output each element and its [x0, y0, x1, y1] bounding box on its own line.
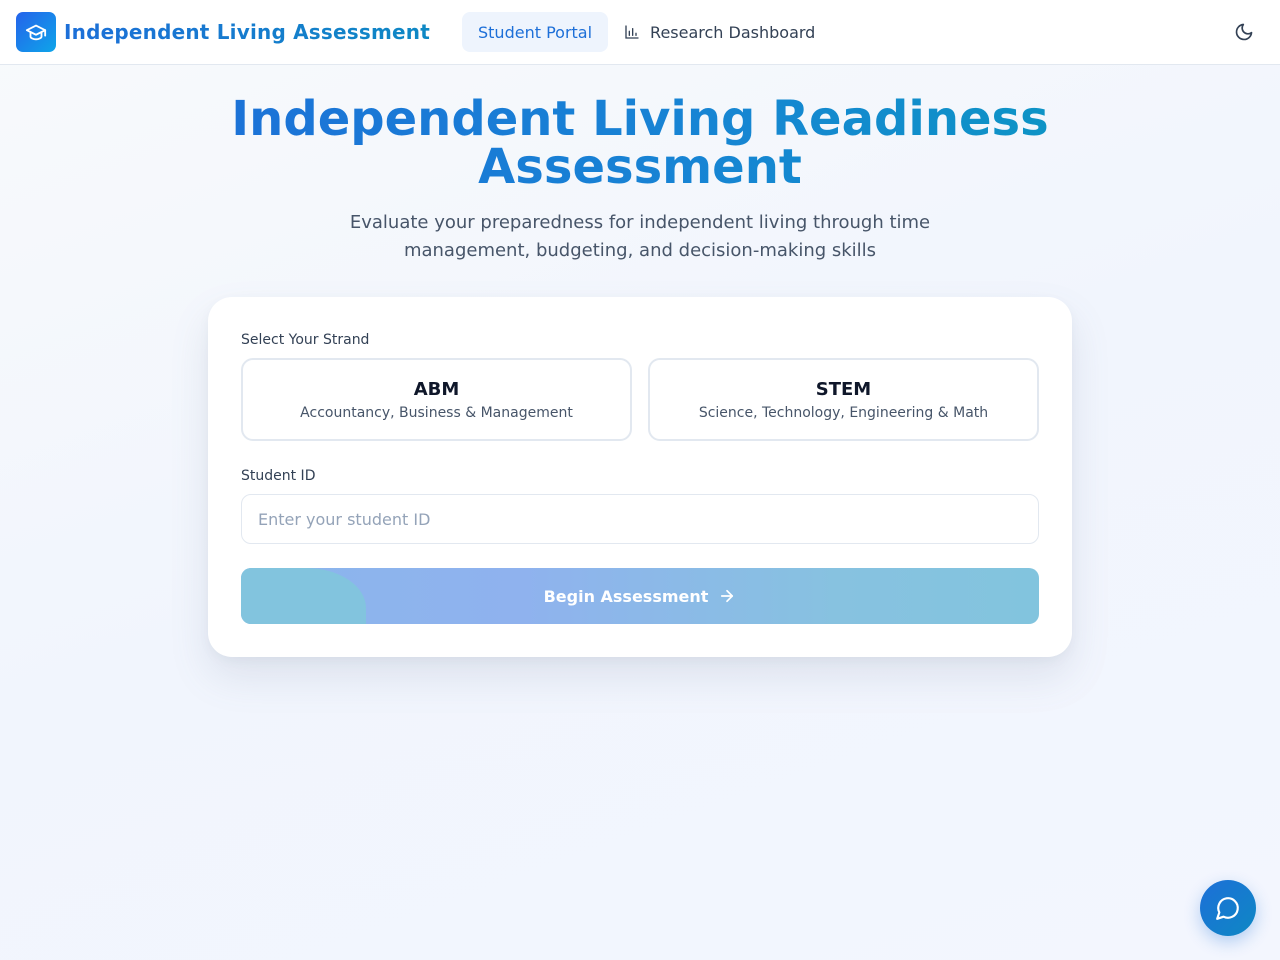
bar-chart-icon [624, 24, 640, 40]
moon-icon [1234, 22, 1254, 42]
strand-option-stem[interactable]: STEM Science, Technology, Engineering & … [648, 358, 1039, 441]
begin-assessment-button[interactable]: Begin Assessment [241, 568, 1039, 624]
student-id-input[interactable] [241, 494, 1039, 544]
nav-student-portal[interactable]: Student Portal [462, 12, 609, 52]
strand-description: Accountancy, Business & Management [300, 405, 573, 421]
arrow-right-icon [718, 587, 736, 605]
chat-bubble-icon [1215, 895, 1241, 921]
brand[interactable]: Independent Living Assessment [16, 12, 430, 52]
page-title: Independent Living Readiness Assessment [140, 95, 1140, 191]
button-hover-shape [241, 568, 366, 624]
nav-research-dashboard-label: Research Dashboard [650, 22, 816, 42]
strand-option-abm[interactable]: ABM Accountancy, Business & Management [241, 358, 632, 441]
begin-assessment-label: Begin Assessment [543, 586, 709, 606]
top-navigation-bar: Independent Living Assessment Student Po… [0, 0, 1280, 65]
page-subtitle: Evaluate your preparedness for independe… [349, 212, 931, 261]
student-id-label: Student ID [241, 468, 316, 484]
strand-description: Science, Technology, Engineering & Math [698, 405, 989, 421]
assessment-start-card: Select Your Strand ABM Accountancy, Busi… [208, 297, 1072, 657]
graduation-cap-icon [16, 12, 56, 52]
strand-code: ABM [413, 379, 460, 400]
theme-toggle-button[interactable] [1232, 20, 1256, 44]
nav-student-portal-label: Student Portal [478, 22, 593, 42]
strand-code: STEM [815, 379, 872, 400]
strand-label: Select Your Strand [241, 332, 370, 348]
chat-button[interactable] [1200, 880, 1256, 936]
brand-title: Independent Living Assessment [64, 20, 430, 44]
main-nav: Student Portal Research Dashboard [462, 12, 831, 52]
nav-research-dashboard[interactable]: Research Dashboard [608, 12, 831, 52]
